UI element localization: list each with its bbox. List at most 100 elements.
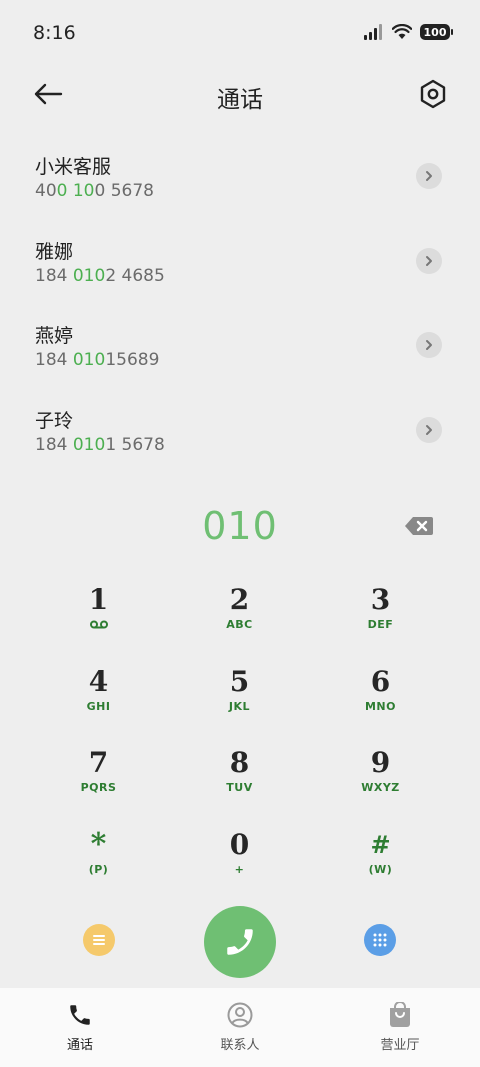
number-match: 0 10 <box>56 181 95 201</box>
number-match: 010 <box>72 265 106 286</box>
contact-detail-button[interactable] <box>416 247 442 274</box>
menu-lines-icon <box>93 935 105 945</box>
key-digit: 9 <box>370 746 391 779</box>
key-digit: 6 <box>370 664 391 698</box>
key-letters: WXYZ <box>361 781 400 794</box>
number-prefix: 184 <box>35 350 73 370</box>
contact-item[interactable]: 雅娜 184 0102 4685 <box>0 219 480 304</box>
key-letters: TUV <box>226 781 253 794</box>
key-1[interactable]: 1 <box>28 580 169 662</box>
nav-label: 营业厅 <box>380 1038 420 1053</box>
contact-name: 子玲 <box>35 409 74 432</box>
contact-number: 184 0102 4685 <box>35 266 165 286</box>
key-digit: 7 <box>88 746 109 779</box>
key-2[interactable]: 2 ABC <box>169 580 310 662</box>
status-time: 8:16 <box>33 22 76 44</box>
contact-name: 小米客服 <box>35 156 112 178</box>
key-letters: PQRS <box>80 781 117 794</box>
key-hash[interactable]: # (W) <box>310 825 451 907</box>
nav-label: 通话 <box>66 1038 93 1053</box>
key-digit: 1 <box>88 583 109 616</box>
keypad: 1 2 ABC 3 DEF 4 GHI 5 JKL 6 MNO 7 PQRS 8… <box>28 580 452 906</box>
chevron-right-icon <box>426 255 432 266</box>
key-digit: # <box>370 829 391 859</box>
key-5[interactable]: 5 JKL <box>169 662 310 744</box>
number-prefix: 40 <box>35 181 57 201</box>
back-button[interactable] <box>30 78 66 110</box>
contact-detail-button[interactable] <box>416 163 442 189</box>
chevron-right-icon <box>426 424 432 435</box>
chevron-right-icon <box>426 171 432 181</box>
phone-icon <box>70 1005 90 1025</box>
menu-button[interactable] <box>83 924 115 956</box>
action-row <box>0 906 480 978</box>
wifi-icon <box>392 24 412 39</box>
key-digit: 3 <box>370 583 391 616</box>
dialer-screen: 8:16 100 通话 小米客服 400 100 5678 雅娜 184 010… <box>0 0 480 1067</box>
key-8[interactable]: 8 TUV <box>169 743 310 825</box>
contact-number: 184 01015689 <box>35 350 159 370</box>
battery-icon: 100 <box>420 24 453 40</box>
shopping-bag-icon <box>390 1002 410 1027</box>
key-0[interactable]: 0 + <box>169 825 310 907</box>
dial-input: 010 <box>0 500 480 556</box>
settings-button[interactable] <box>416 76 450 112</box>
page-title: 通话 <box>217 87 263 113</box>
nav-label: 联系人 <box>220 1038 260 1053</box>
key-7[interactable]: 7 PQRS <box>28 743 169 825</box>
backspace-button[interactable] <box>404 514 434 538</box>
number-prefix: 184 <box>35 265 73 286</box>
key-9[interactable]: 9 WXYZ <box>310 743 451 825</box>
bottom-nav: 通话 联系人 营业厅 <box>0 988 480 1067</box>
contact-detail-button[interactable] <box>416 332 442 358</box>
status-bar: 8:16 100 <box>0 0 480 66</box>
key-digit: 0 <box>229 827 250 861</box>
key-digit: 2 <box>229 583 250 616</box>
contact-item[interactable]: 小米客服 400 100 5678 <box>0 134 480 219</box>
dialpad-dots-icon <box>373 933 387 947</box>
contact-item[interactable]: 燕婷 184 01015689 <box>0 303 480 388</box>
phone-icon <box>227 929 253 955</box>
key-4[interactable]: 4 GHI <box>28 662 169 744</box>
contact-item[interactable]: 子玲 184 0101 5678 <box>0 388 480 473</box>
hexagon-settings-icon <box>420 79 446 109</box>
key-letters: (W) <box>368 862 393 876</box>
key-digit: * <box>90 826 107 862</box>
contact-name: 燕婷 <box>35 325 74 347</box>
arrow-left-icon <box>34 83 63 105</box>
status-icons: 100 <box>364 24 453 40</box>
dialpad-toggle-button[interactable] <box>364 924 396 956</box>
nav-tab-store[interactable]: 营业厅 <box>320 988 480 1067</box>
key-digit: 8 <box>229 746 250 779</box>
key-3[interactable]: 3 DEF <box>310 580 451 662</box>
number-match: 010 <box>72 434 106 455</box>
call-button[interactable] <box>204 906 276 978</box>
key-digit: 5 <box>229 664 250 698</box>
voicemail-icon <box>89 620 108 629</box>
key-letters: DEF <box>367 618 394 631</box>
number-prefix: 184 <box>35 434 73 455</box>
number-suffix: 1 5678 <box>105 434 165 455</box>
contact-name: 雅娜 <box>35 240 74 263</box>
nav-tab-contacts[interactable]: 联系人 <box>160 988 320 1067</box>
number-suffix: 0 5678 <box>94 181 154 201</box>
nav-tab-calls[interactable]: 通话 <box>0 988 160 1067</box>
backspace-icon <box>405 517 433 535</box>
contact-number: 400 100 5678 <box>35 181 154 201</box>
contact-number: 184 0101 5678 <box>35 435 165 455</box>
key-letters: (P) <box>88 862 109 876</box>
chevron-right-icon <box>426 340 432 350</box>
number-suffix: 15689 <box>105 350 160 370</box>
key-letters: MNO <box>364 699 396 713</box>
header: 通话 <box>0 66 480 124</box>
key-star[interactable]: * (P) <box>28 825 169 907</box>
key-digit: 4 <box>88 664 109 698</box>
person-circle-icon <box>227 1002 253 1028</box>
key-letters: + <box>234 862 245 876</box>
number-suffix: 2 4685 <box>105 265 165 286</box>
key-6[interactable]: 6 MNO <box>310 662 451 744</box>
contact-detail-button[interactable] <box>416 416 442 443</box>
signal-icon <box>364 24 382 40</box>
key-letters: GHI <box>86 699 111 713</box>
key-letters: ABC <box>226 618 253 631</box>
